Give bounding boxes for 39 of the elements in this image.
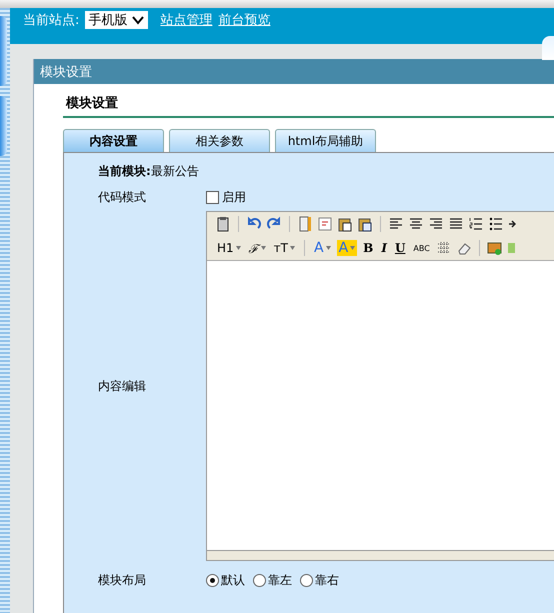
grid-icon[interactable] [436,240,452,256]
checkbox[interactable] [206,191,219,204]
radio-button[interactable] [300,574,313,587]
document-icon[interactable] [297,216,313,232]
tab[interactable]: html布局辅助 [275,129,376,152]
field-label: 模块布局 [98,572,147,589]
clipboard-icon[interactable] [215,216,231,232]
radio-label: 靠左 [268,572,292,589]
site-select[interactable]: 手机版 [85,11,148,29]
field-label: 代码模式 [98,189,147,206]
radio-button[interactable] [206,574,219,587]
toolbar-button[interactable]: H1 [215,241,243,255]
radio-button[interactable] [253,574,266,587]
toolbar-button[interactable]: U [392,241,408,255]
bullet-list-icon[interactable] [488,216,504,232]
section-heading: 模块设置 [63,94,554,118]
radio-label: 默认 [221,572,245,589]
site-label: 当前站点: [23,12,80,29]
code-file-icon[interactable] [317,216,333,232]
tab[interactable]: 相关参数 [169,129,270,152]
dialog-title: 模块设置 [40,64,92,80]
toolbar-button[interactable]: B [361,241,376,255]
current-module-label: 当前模块: [98,163,151,180]
paste-text-icon[interactable] [337,216,353,232]
tab[interactable]: 内容设置 [63,129,164,152]
checkbox-label: 启用 [222,189,246,206]
toolbar-button[interactable]: ABC [411,244,432,252]
field-label: 内容编辑 [98,378,147,394]
toolbar-button[interactable]: A [312,240,333,256]
paste-word-icon[interactable] [357,216,373,232]
chevron-icon [131,15,146,25]
numbered-list-icon[interactable] [468,216,484,232]
toolbar-button[interactable]: ℱ [246,240,268,256]
radio-label: 靠右 [315,572,339,589]
image-icon[interactable] [486,240,503,256]
header-tab[interactable] [542,36,554,60]
toolbar-button[interactable]: I [379,241,389,255]
toolbar-button[interactable]: ᴛT [272,241,297,255]
current-module-value: 最新公告 [150,163,199,180]
